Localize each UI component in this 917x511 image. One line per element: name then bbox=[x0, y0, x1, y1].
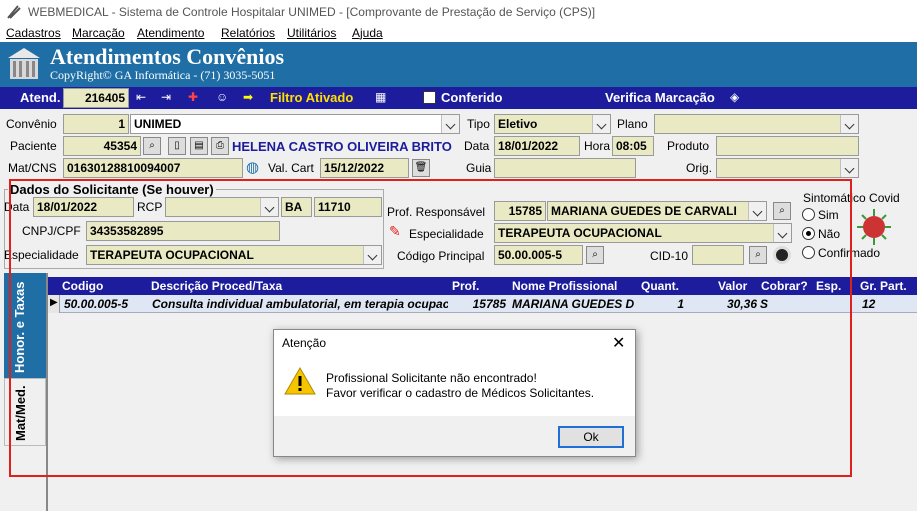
data-label: Data bbox=[464, 139, 490, 153]
plano-select[interactable] bbox=[654, 114, 859, 134]
dialog-title: Atenção bbox=[282, 336, 327, 350]
banner-copyright: CopyRight© GA Informática - (71) 3035-50… bbox=[50, 68, 276, 82]
atend-label: Atend. bbox=[20, 90, 61, 105]
menu-utilitarios[interactable]: Utilitários bbox=[287, 26, 336, 40]
convenio-code-field[interactable]: 1 bbox=[63, 114, 129, 134]
valcart-field[interactable]: 15/12/2022 bbox=[320, 158, 409, 178]
atend-field[interactable]: 216405 bbox=[63, 88, 129, 108]
hora-field[interactable]: 08:05 bbox=[612, 136, 654, 156]
close-icon[interactable]: ✕ bbox=[612, 333, 625, 353]
diamond-icon[interactable]: ◈ bbox=[730, 90, 739, 104]
alert-dialog: Atenção ✕ Profissional Solicitante não e… bbox=[273, 329, 636, 457]
toolbar: Atend. 216405 ⇤ ⇥ ✚ ☺ ➡ Filtro Ativado ▦… bbox=[0, 87, 917, 109]
produto-field[interactable] bbox=[716, 136, 859, 156]
nav-next-icon[interactable]: ⇥ bbox=[161, 90, 171, 104]
menu-marcacao[interactable]: Marcação bbox=[72, 26, 125, 40]
plano-label: Plano bbox=[617, 117, 648, 131]
globe-icon[interactable]: ◍ bbox=[246, 158, 259, 176]
chevron-down-icon[interactable] bbox=[441, 115, 459, 133]
binoculars-icon[interactable]: ⌕ bbox=[143, 137, 161, 155]
tipo-select[interactable]: Eletivo bbox=[494, 114, 611, 134]
filtro-ativado-label: Filtro Ativado bbox=[270, 90, 354, 105]
card-icon[interactable]: ▤ bbox=[190, 137, 208, 155]
guia-label: Guia bbox=[466, 161, 492, 175]
convenio-label: Convênio bbox=[6, 117, 57, 131]
menu-relatorios[interactable]: Relatórios bbox=[221, 26, 275, 40]
orig-select[interactable] bbox=[716, 158, 859, 178]
conferido-checkbox[interactable] bbox=[423, 91, 436, 104]
tipo-value: Eletivo bbox=[498, 117, 538, 131]
chevron-down-icon[interactable] bbox=[840, 159, 858, 177]
virus-icon bbox=[857, 209, 891, 245]
orig-label: Orig. bbox=[686, 161, 713, 175]
document-icon[interactable]: ▯ bbox=[168, 137, 186, 155]
menu-cadastros[interactable]: Cadastros bbox=[6, 26, 61, 40]
hospital-building-icon bbox=[8, 48, 40, 79]
data-field[interactable]: 18/01/2022 bbox=[494, 136, 580, 156]
trash-icon[interactable]: 🗑 bbox=[412, 159, 430, 177]
calculator-icon[interactable]: ▦ bbox=[375, 90, 386, 104]
app-icon bbox=[7, 5, 21, 19]
menu-ajuda[interactable]: Ajuda bbox=[352, 26, 383, 40]
menu-bar: Cadastros Marcação Atendimento Relatório… bbox=[0, 24, 917, 42]
paciente-code-field[interactable]: 45354 bbox=[63, 136, 141, 156]
dialog-message-line1: Profissional Solicitante não encontrado! bbox=[326, 371, 537, 385]
valcart-label: Val. Cart bbox=[268, 161, 314, 175]
convenio-value: UNIMED bbox=[134, 117, 182, 131]
guia-field[interactable] bbox=[494, 158, 636, 178]
header-banner: Atendimentos Convênios CopyRight© GA Inf… bbox=[0, 42, 917, 87]
produto-label: Produto bbox=[667, 139, 710, 153]
matcns-label: Mat/CNS bbox=[8, 161, 57, 175]
paciente-name: HELENA CASTRO OLIVEIRA BRITO bbox=[232, 139, 452, 154]
convenio-select[interactable]: UNIMED bbox=[130, 114, 460, 134]
ok-button[interactable]: Ok bbox=[558, 426, 624, 448]
menu-atendimento[interactable]: Atendimento bbox=[137, 26, 204, 40]
paciente-label: Paciente bbox=[10, 139, 57, 153]
chevron-down-icon[interactable] bbox=[592, 115, 610, 133]
cell-gr-part: 12 bbox=[862, 297, 876, 311]
chevron-down-icon[interactable] bbox=[840, 115, 858, 133]
filter-icon[interactable]: ➡ bbox=[243, 90, 253, 104]
printer-icon[interactable]: ⎙ bbox=[211, 137, 229, 155]
conferido-label: Conferido bbox=[441, 90, 503, 105]
col-gr-part[interactable]: Gr. Part. bbox=[860, 279, 907, 293]
users-icon[interactable]: ☺ bbox=[216, 90, 228, 104]
dialog-message-line2: Favor verificar o cadastro de Médicos So… bbox=[326, 386, 595, 400]
nav-prev-icon[interactable]: ⇤ bbox=[136, 90, 146, 104]
warning-icon bbox=[284, 366, 316, 395]
verifica-marcacao-label[interactable]: Verifica Marcação bbox=[605, 90, 715, 105]
dialog-titlebar: Atenção ✕ bbox=[274, 330, 635, 356]
dialog-body: Profissional Solicitante não encontrado!… bbox=[274, 356, 635, 416]
matcns-field[interactable]: 01630128810094007 bbox=[63, 158, 243, 178]
add-icon[interactable]: ✚ bbox=[188, 90, 198, 104]
window-titlebar: WEBMEDICAL - Sistema de Controle Hospita… bbox=[0, 0, 917, 24]
banner-title: Atendimentos Convênios bbox=[50, 44, 285, 69]
tipo-label: Tipo bbox=[467, 117, 490, 131]
hora-label: Hora bbox=[584, 139, 611, 153]
window-title: WEBMEDICAL - Sistema de Controle Hospita… bbox=[28, 5, 596, 19]
